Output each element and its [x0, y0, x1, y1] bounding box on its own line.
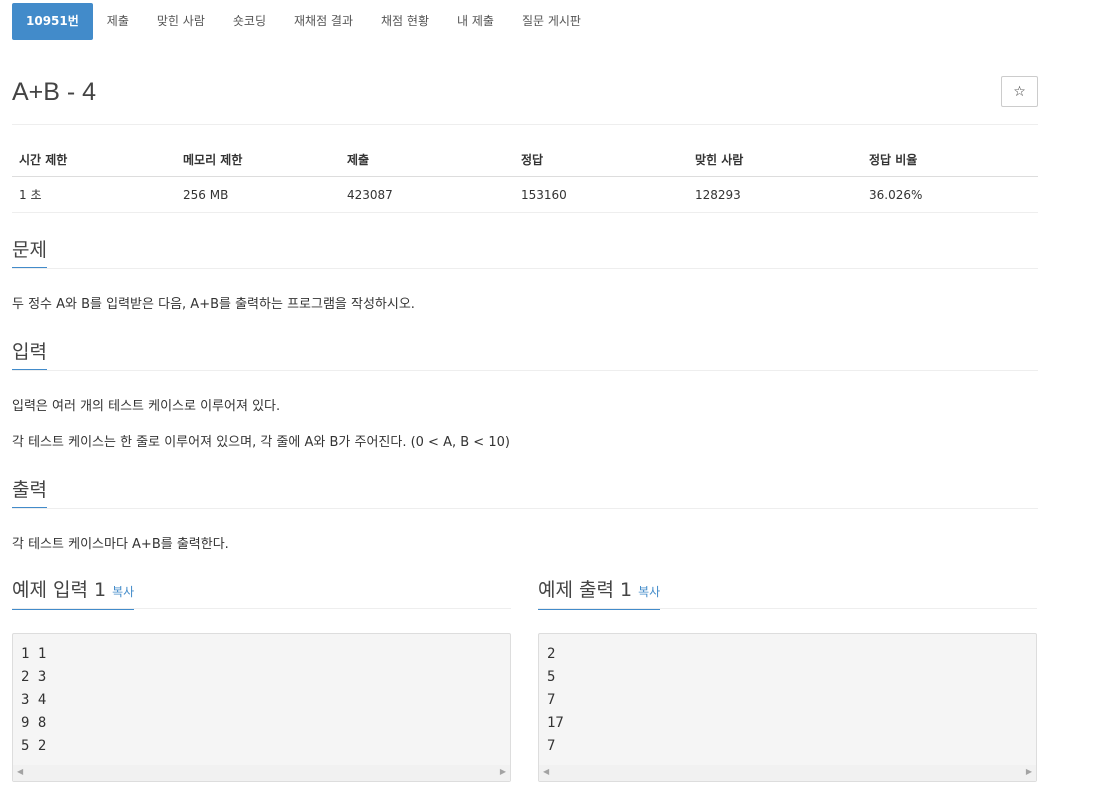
star-button[interactable]: ☆	[1001, 76, 1038, 107]
input-section: 입력 입력은 여러 개의 테스트 케이스로 이루어져 있다. 각 테스트 케이스…	[12, 339, 1038, 452]
star-icon: ☆	[1013, 83, 1026, 100]
description-title: 문제	[12, 237, 47, 268]
input-header: 입력	[12, 339, 1038, 371]
header-accepted: 정답	[514, 144, 688, 177]
copy-sample-input-button[interactable]: 복사	[112, 585, 134, 599]
value-accepted: 153160	[514, 176, 688, 213]
output-header: 출력	[12, 477, 1038, 509]
description-section: 문제 두 정수 A와 B를 입력받은 다음, A+B를 출력하는 프로그램을 작…	[12, 237, 1038, 314]
tab-problem-number[interactable]: 10951번	[12, 3, 93, 40]
sample-input-title: 예제 입력 1 복사	[12, 577, 135, 610]
header-time-limit: 시간 제한	[12, 144, 176, 177]
sample-input-box: 1 1 2 3 3 4 9 8 5 2 ◀ ▶	[12, 633, 511, 782]
header-accept-ratio: 정답 비율	[862, 144, 1038, 177]
scroll-left-icon[interactable]: ◀	[543, 767, 549, 776]
output-text: 각 테스트 케이스마다 A+B를 출력한다.	[12, 537, 229, 552]
tab-rejudge-results[interactable]: 재채점 결과	[280, 3, 367, 40]
input-text-2: 각 테스트 케이스는 한 줄로 이루어져 있으며, 각 줄에 A와 B가 주어진…	[12, 435, 510, 450]
sample-output-scrollbar[interactable]: ◀ ▶	[539, 765, 1036, 781]
header-submissions: 제출	[340, 144, 514, 177]
problem-title: A+B - 4	[12, 78, 97, 106]
value-solved-users: 128293	[688, 176, 862, 213]
info-header-row: 시간 제한 메모리 제한 제출 정답 맞힌 사람 정답 비율	[12, 144, 1038, 177]
tab-solved-users[interactable]: 맞힌 사람	[143, 3, 219, 40]
value-accept-ratio: 36.026%	[862, 176, 1038, 213]
sample-input-content: 1 1 2 3 3 4 9 8 5 2	[21, 646, 47, 754]
output-body: 각 테스트 케이스마다 A+B를 출력한다.	[12, 536, 1038, 554]
input-title: 입력	[12, 339, 47, 370]
description-body: 두 정수 A와 B를 입력받은 다음, A+B를 출력하는 프로그램을 작성하시…	[12, 296, 1038, 314]
input-body: 입력은 여러 개의 테스트 케이스로 이루어져 있다. 각 테스트 케이스는 한…	[12, 398, 1038, 452]
output-title: 출력	[12, 477, 47, 508]
sample-output-title-text: 예제 출력 1	[538, 579, 633, 601]
problem-info-table: 시간 제한 메모리 제한 제출 정답 맞힌 사람 정답 비율 1 초 256 M…	[12, 144, 1038, 213]
scroll-left-icon[interactable]: ◀	[17, 767, 23, 776]
scroll-right-icon[interactable]: ▶	[500, 767, 506, 776]
sample-input-header: 예제 입력 1 복사	[12, 577, 511, 610]
header-solved-users: 맞힌 사람	[688, 144, 862, 177]
title-row: A+B - 4 ☆	[12, 76, 1038, 125]
value-time-limit: 1 초	[12, 176, 176, 213]
description-header: 문제	[12, 237, 1038, 269]
input-text-1: 입력은 여러 개의 테스트 케이스로 이루어져 있다.	[12, 399, 281, 414]
tab-judge-status[interactable]: 채점 현황	[367, 3, 443, 40]
scroll-right-icon[interactable]: ▶	[1026, 767, 1032, 776]
problem-tabs: 10951번 제출 맞힌 사람 숏코딩 재채점 결과 채점 현황 내 제출 질문…	[12, 3, 595, 40]
info-value-row: 1 초 256 MB 423087 153160 128293 36.026%	[12, 176, 1038, 213]
sample-input-section: 예제 입력 1 복사 1 1 2 3 3 4 9 8 5 2 ◀ ▶	[12, 577, 511, 782]
value-memory-limit: 256 MB	[176, 176, 340, 213]
value-submissions: 423087	[340, 176, 514, 213]
sample-output-content: 2 5 7 17 7	[547, 646, 564, 754]
sample-input-title-text: 예제 입력 1	[12, 579, 107, 601]
header-memory-limit: 메모리 제한	[176, 144, 340, 177]
sample-output-header: 예제 출력 1 복사	[538, 577, 1037, 610]
sample-output-box: 2 5 7 17 7 ◀ ▶	[538, 633, 1037, 782]
tab-short-coding[interactable]: 숏코딩	[219, 3, 280, 40]
sample-output-title: 예제 출력 1 복사	[538, 577, 661, 610]
tab-submit[interactable]: 제출	[93, 3, 143, 40]
description-text: 두 정수 A와 B를 입력받은 다음, A+B를 출력하는 프로그램을 작성하시…	[12, 297, 415, 312]
tab-question-board[interactable]: 질문 게시판	[508, 3, 595, 40]
copy-sample-output-button[interactable]: 복사	[638, 585, 660, 599]
tab-my-submissions[interactable]: 내 제출	[443, 3, 508, 40]
output-section: 출력 각 테스트 케이스마다 A+B를 출력한다.	[12, 477, 1038, 554]
sample-input-scrollbar[interactable]: ◀ ▶	[13, 765, 510, 781]
sample-output-section: 예제 출력 1 복사 2 5 7 17 7 ◀ ▶	[538, 577, 1037, 782]
